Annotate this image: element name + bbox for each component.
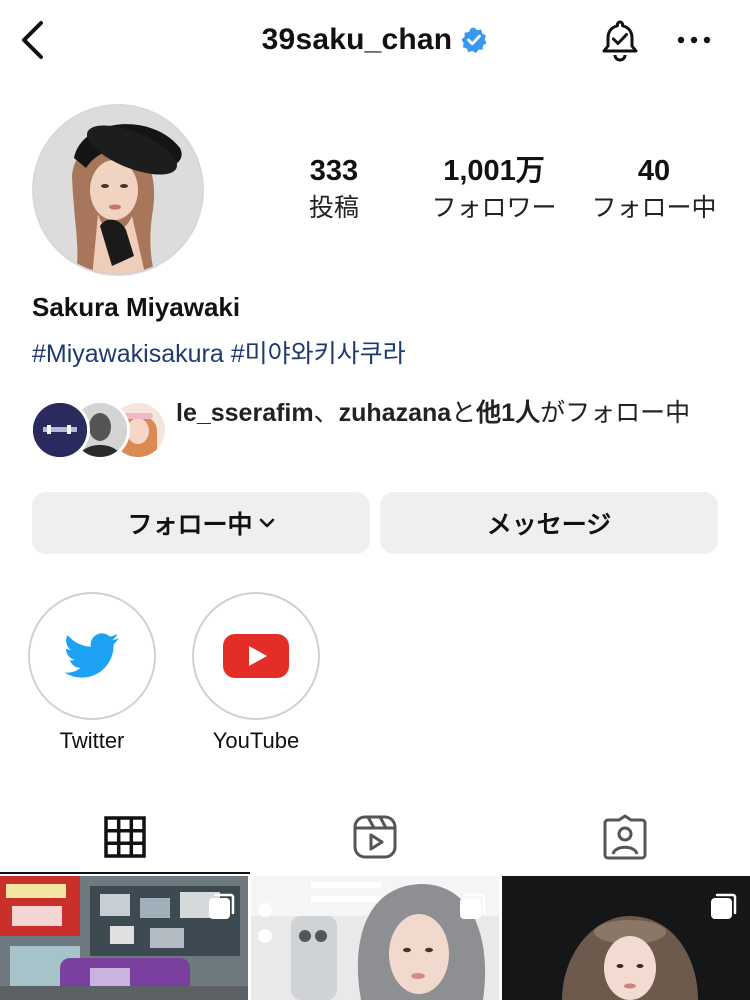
post-thumbnail[interactable] <box>0 876 248 1000</box>
hashtag-link[interactable]: #Miyawakisakura <box>32 340 224 368</box>
mutual-followers-avatars[interactable] <box>30 400 168 460</box>
following-label: フォロー中 <box>591 194 717 222</box>
stat-following[interactable]: 40 フォロー中 <box>574 152 734 226</box>
bell-check-icon <box>602 20 638 62</box>
multiple-posts-icon <box>460 893 486 919</box>
avatar <box>30 400 90 460</box>
profile-tabs <box>0 800 750 874</box>
grid-icon <box>104 816 146 858</box>
mutual-others-count[interactable]: 他1人 <box>476 399 540 427</box>
username-title: 39saku_chan <box>261 23 453 56</box>
tab-tagged[interactable] <box>500 800 750 874</box>
message-button-label: メッセージ <box>486 511 612 539</box>
verified-badge-icon <box>460 26 488 54</box>
more-options-button[interactable] <box>670 18 718 62</box>
followed-by-text[interactable]: le_sserafim、zuhazanaと他1人がフォロー中 <box>176 396 716 431</box>
more-horizontal-icon <box>677 36 711 44</box>
mutual-follower-link[interactable]: le_sserafim <box>176 399 314 427</box>
posts-count: 333 <box>309 155 359 187</box>
post-thumbnail[interactable] <box>251 876 499 1000</box>
followed-by-suffix: がフォロー中 <box>540 399 691 427</box>
stat-posts[interactable]: 333 投稿 <box>254 152 414 226</box>
following-count: 40 <box>637 155 671 187</box>
highlight-youtube[interactable]: YouTube <box>192 592 320 754</box>
multiple-posts-icon <box>209 893 235 919</box>
mutual-follower-link[interactable]: zuhazana <box>339 399 452 427</box>
active-tab-indicator <box>0 872 250 874</box>
multiple-posts-icon <box>711 893 737 919</box>
top-navigation-bar: 39saku_chan <box>0 0 750 84</box>
followed-by-separator: 、 <box>313 399 339 427</box>
reels-icon <box>353 815 397 859</box>
following-button-label: フォロー中 <box>127 511 253 539</box>
tab-posts[interactable] <box>0 800 250 874</box>
followed-by-connector: と <box>451 399 477 427</box>
highlight-cover <box>192 592 320 720</box>
post-thumbnail[interactable] <box>502 876 750 1000</box>
highlight-label: YouTube <box>212 728 300 753</box>
twitter-bird-icon <box>64 633 119 678</box>
highlight-label: Twitter <box>59 728 125 753</box>
profile-avatar[interactable] <box>32 104 204 276</box>
youtube-play-icon <box>223 634 289 678</box>
hashtag-link[interactable]: #미야와키사쿠라 <box>231 340 406 368</box>
following-button[interactable]: フォロー中 <box>32 492 370 554</box>
notification-bell-button[interactable] <box>596 16 644 64</box>
message-button[interactable]: メッセージ <box>380 492 718 554</box>
highlight-twitter[interactable]: Twitter <box>28 592 156 754</box>
followers-label: フォロワー <box>431 194 557 222</box>
tab-reels[interactable] <box>250 800 500 874</box>
followers-count: 1,001万 <box>443 155 545 187</box>
display-name: Sakura Miyawaki <box>32 292 241 322</box>
posts-grid <box>0 876 750 1000</box>
bio-hashtags: #Miyawakisakura #미야와키사쿠라 <box>32 334 406 370</box>
tagged-person-icon <box>603 814 647 860</box>
posts-label: 投稿 <box>308 194 359 222</box>
chevron-down-icon <box>259 518 274 528</box>
stat-followers[interactable]: 1,001万 フォロワー <box>414 152 574 226</box>
highlight-cover <box>28 592 156 720</box>
